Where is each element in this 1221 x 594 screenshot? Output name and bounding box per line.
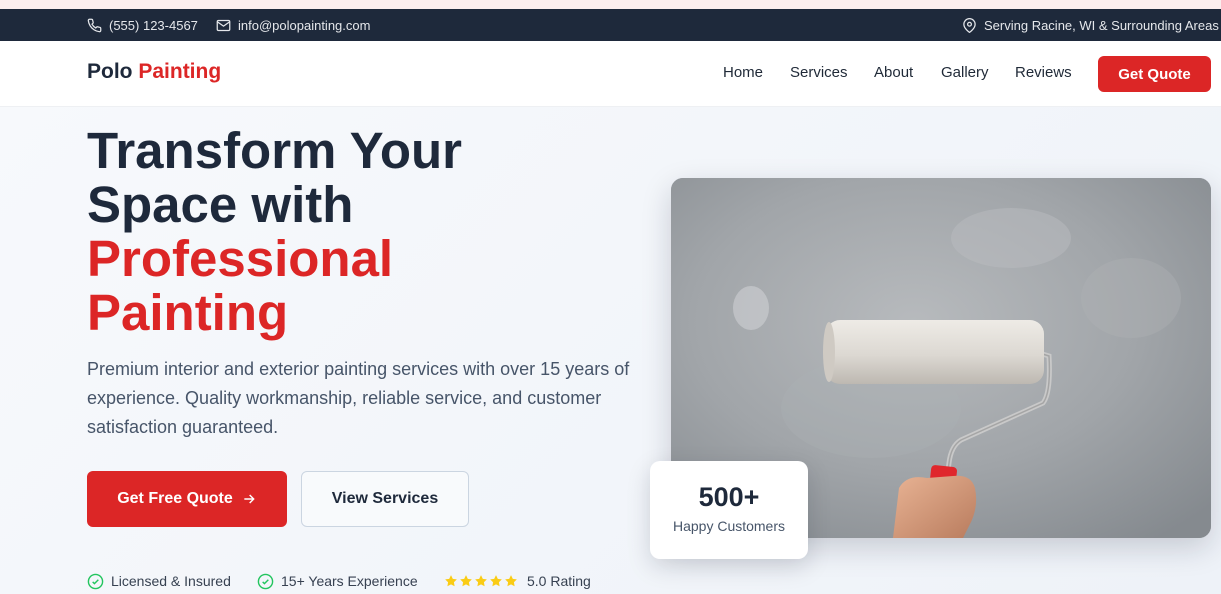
check-circle-icon: [87, 573, 104, 589]
logo-text-accent: Painting: [138, 60, 222, 83]
star-icon: [475, 575, 487, 587]
happy-customers-label: Happy Customers: [672, 518, 786, 534]
nav-link-services[interactable]: Services: [790, 64, 848, 81]
star-icon: [505, 575, 517, 587]
happy-customers-count: 500+: [698, 482, 760, 512]
rating-stars: [444, 574, 518, 588]
main-navigation: Polo Painting Home Services About Galler…: [0, 41, 1221, 107]
nav-link-about[interactable]: About: [874, 64, 913, 81]
trust-rating: 5.0 Rating: [444, 571, 591, 591]
hero-description: Premium interior and exterior painting s…: [87, 359, 630, 437]
trust-rating-text: 5.0 Rating: [527, 573, 591, 589]
topbar-location: Serving Racine, WI & Surrounding Areas: [962, 9, 1219, 41]
browser-top-strip: [0, 0, 1221, 9]
trust-licensed: Licensed & Insured: [87, 571, 231, 591]
get-quote-nav-button[interactable]: Get Quote: [1098, 56, 1211, 92]
site-logo[interactable]: Polo Painting: [87, 60, 221, 84]
happy-customers-card: 500+ Happy Customers: [650, 461, 808, 559]
topbar-location-text: Serving Racine, WI & Surrounding Areas: [984, 17, 1219, 33]
view-services-button[interactable]: View Services: [301, 471, 469, 527]
nav-link-reviews[interactable]: Reviews: [1015, 64, 1072, 81]
check-circle-icon: [257, 573, 274, 589]
trust-licensed-text: Licensed & Insured: [111, 573, 231, 589]
phone-icon: [87, 18, 102, 32]
logo-text-primary: Polo: [87, 60, 133, 83]
trust-experience-text: 15+ Years Experience: [281, 573, 418, 589]
topbar-phone-text: (555) 123-4567: [109, 17, 198, 33]
topbar-email-text: info@polopainting.com: [238, 17, 371, 33]
headline-line-1: Transform Your: [87, 122, 463, 179]
star-icon: [460, 575, 472, 587]
headline-accent-1: Professional: [87, 230, 394, 287]
get-free-quote-button[interactable]: Get Free Quote: [87, 471, 287, 527]
hero-headline: Transform Your Space with Professional P…: [87, 124, 647, 340]
trust-experience: 15+ Years Experience: [257, 571, 418, 591]
mail-icon: [216, 19, 231, 31]
headline-line-2: Space with: [87, 176, 354, 233]
nav-link-gallery[interactable]: Gallery: [941, 64, 989, 81]
get-free-quote-label: Get Free Quote: [117, 490, 233, 507]
contact-topbar: (555) 123-4567 info@polopainting.com Ser…: [0, 9, 1221, 41]
topbar-email[interactable]: info@polopainting.com: [216, 9, 370, 41]
topbar-phone[interactable]: (555) 123-4567: [87, 9, 198, 41]
map-pin-icon: [963, 17, 976, 33]
headline-accent-2: Painting: [87, 284, 289, 341]
star-icon: [490, 575, 502, 587]
arrow-right-icon: [244, 494, 255, 504]
star-icon: [445, 575, 457, 587]
nav-link-home[interactable]: Home: [723, 64, 763, 81]
